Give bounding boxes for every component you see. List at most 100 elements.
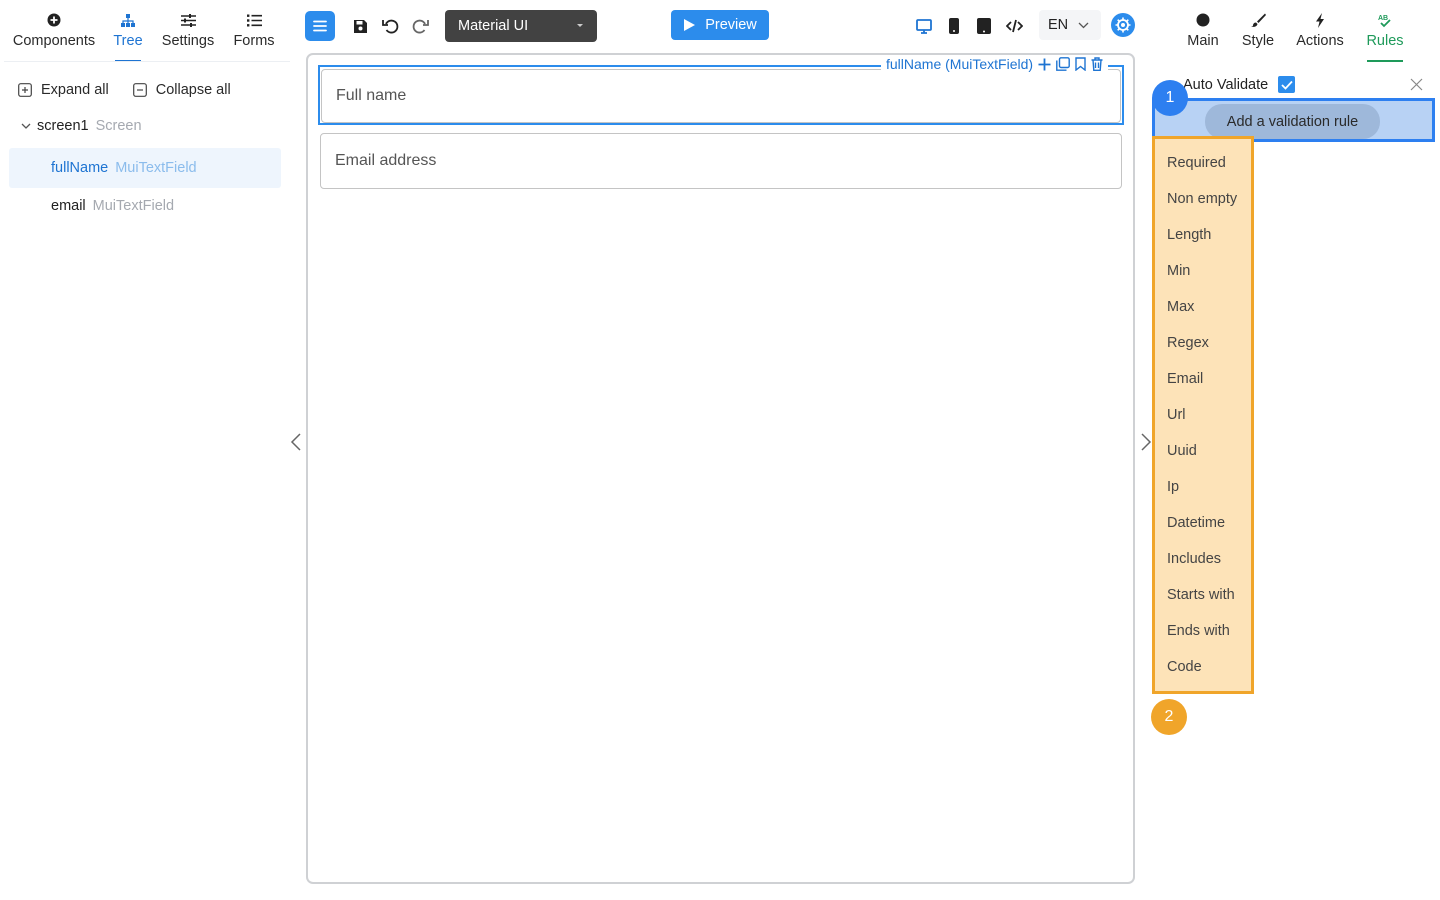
close-icon[interactable]	[1410, 78, 1423, 91]
duplicate-icon[interactable]	[1056, 57, 1070, 71]
trash-icon[interactable]	[1091, 57, 1103, 71]
mobile-icon	[949, 18, 959, 34]
collapse-all-label: Collapse all	[155, 82, 231, 98]
rule-option[interactable]: Regex	[1167, 335, 1209, 351]
tabs-divider	[4, 61, 290, 62]
collapse-right-panel-icon[interactable]	[1139, 432, 1153, 452]
plus-circle-icon	[47, 13, 61, 27]
tab-style[interactable]: Style	[1238, 0, 1278, 62]
ui-library-value: Material UI	[458, 18, 529, 34]
rule-option[interactable]: Required	[1167, 155, 1226, 171]
language-value: EN	[1048, 17, 1069, 33]
preview-button[interactable]: Preview	[671, 10, 769, 40]
email-field[interactable]: Email address	[320, 133, 1122, 189]
chevron-down-icon[interactable]	[20, 120, 32, 132]
tab-label: Rules	[1366, 33, 1404, 49]
undo-icon	[381, 19, 398, 34]
circle-icon	[1196, 13, 1210, 27]
hamburger-icon	[313, 20, 327, 32]
check-icon	[1281, 80, 1293, 90]
add-validation-rule-button[interactable]: Add a validation rule	[1205, 104, 1380, 139]
validation-rules-menu: Required Non empty Length Min Max Regex …	[1152, 136, 1254, 694]
expand-all-label: Expand all	[41, 82, 109, 98]
tab-label: Actions	[1296, 33, 1344, 49]
rule-option[interactable]: Non empty	[1167, 191, 1237, 207]
svg-text:AB: AB	[1378, 15, 1388, 22]
rule-option[interactable]: Starts with	[1167, 587, 1235, 603]
annotation-badge-1: 1	[1152, 80, 1188, 116]
auto-validate-label: Auto Validate	[1183, 76, 1269, 93]
full-name-field[interactable]: Full name	[321, 69, 1121, 123]
code-view-button[interactable]	[999, 11, 1029, 41]
theme-settings-button[interactable]	[1111, 13, 1135, 37]
tab-label: Tree	[113, 33, 143, 49]
rule-option[interactable]: Min	[1167, 263, 1190, 279]
sliders-icon	[180, 13, 196, 27]
email-placeholder: Email address	[335, 152, 437, 169]
add-rule-label: Add a validation rule	[1226, 113, 1359, 130]
design-canvas[interactable]: Full name fullName (MuiTextField) Email …	[306, 53, 1135, 884]
tablet-icon	[977, 18, 991, 34]
rule-option[interactable]: Datetime	[1167, 515, 1225, 531]
tab-label: Forms	[233, 33, 275, 49]
tree-node-screen1[interactable]: screen1 Screen	[20, 116, 142, 136]
tree-node-type: Screen	[95, 118, 142, 134]
play-icon	[684, 19, 696, 31]
rule-option[interactable]: Ip	[1167, 479, 1179, 495]
auto-validate-row: Auto Validate	[1183, 76, 1296, 93]
gear-icon	[1115, 17, 1131, 33]
collapse-left-panel-icon[interactable]	[289, 432, 303, 452]
ab-check-icon: AB	[1378, 15, 1391, 27]
tree-node-fullname[interactable]: fullName MuiTextField	[9, 148, 281, 188]
active-tab-indicator	[1367, 60, 1403, 62]
redo-icon	[412, 19, 429, 34]
list-icon	[246, 14, 262, 26]
tablet-view-button[interactable]	[969, 11, 999, 41]
caret-down-icon	[577, 24, 583, 27]
tree-node-email[interactable]: email MuiTextField	[9, 196, 281, 216]
menu-button[interactable]	[305, 11, 335, 41]
code-icon	[1005, 19, 1023, 33]
tab-settings[interactable]: Settings	[160, 0, 216, 62]
expand-all-button[interactable]: Expand all	[18, 82, 109, 98]
ui-library-select[interactable]: Material UI	[445, 10, 597, 42]
rule-option[interactable]: Includes	[1167, 551, 1221, 567]
tab-main[interactable]: Main	[1183, 0, 1223, 62]
tab-tree[interactable]: Tree	[108, 0, 148, 62]
bolt-icon	[1316, 12, 1324, 28]
desktop-view-button[interactable]	[909, 11, 939, 41]
tab-label: Style	[1241, 33, 1275, 49]
tree-node-type: MuiTextField	[115, 160, 197, 176]
language-select[interactable]: EN	[1039, 10, 1101, 40]
rule-option[interactable]: Length	[1167, 227, 1211, 243]
save-button[interactable]	[345, 11, 375, 41]
brush-icon	[1250, 13, 1266, 27]
minus-square-icon	[132, 83, 147, 97]
tab-forms[interactable]: Forms	[230, 0, 278, 62]
rule-option[interactable]: Code	[1167, 659, 1202, 675]
rule-option[interactable]: Email	[1167, 371, 1203, 387]
bookmark-icon[interactable]	[1075, 57, 1086, 71]
rule-option[interactable]: Url	[1167, 407, 1186, 423]
undo-button[interactable]	[375, 11, 405, 41]
selection-label: fullName (MuiTextField)	[886, 56, 1034, 72]
auto-validate-checkbox[interactable]	[1278, 76, 1296, 93]
tree-node-name: fullName	[51, 160, 109, 176]
rule-option[interactable]: Max	[1167, 299, 1194, 315]
chevron-down-icon	[1078, 22, 1089, 28]
collapse-all-button[interactable]: Collapse all	[132, 82, 231, 98]
tab-components[interactable]: Components	[10, 0, 98, 62]
tab-rules[interactable]: AB Rules	[1363, 0, 1407, 62]
selection-toolbar: fullName (MuiTextField)	[881, 56, 1109, 72]
add-icon[interactable]	[1038, 58, 1051, 71]
tree-node-type: MuiTextField	[92, 198, 175, 214]
save-icon	[353, 19, 367, 33]
annotation-badge-2: 2	[1151, 699, 1187, 735]
mobile-view-button[interactable]	[939, 11, 969, 41]
tab-actions[interactable]: Actions	[1293, 0, 1347, 62]
rule-option[interactable]: Uuid	[1167, 443, 1197, 459]
redo-button[interactable]	[405, 11, 435, 41]
tree-node-name: email	[51, 198, 86, 214]
rule-option[interactable]: Ends with	[1167, 623, 1230, 639]
tree-actions: Expand all Collapse all	[18, 82, 231, 98]
